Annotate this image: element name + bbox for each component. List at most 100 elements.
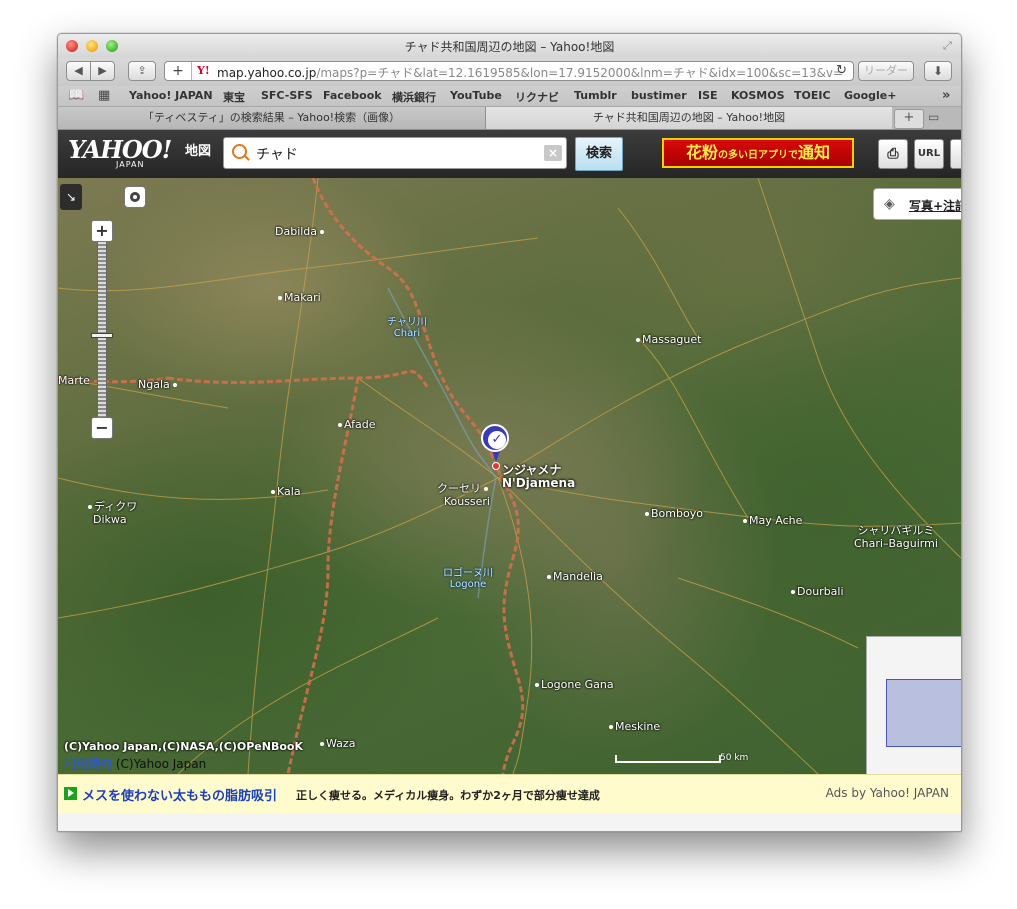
- place-label[interactable]: Waza: [320, 737, 355, 750]
- map-copyright: (C)Yahoo Japan,(C)NASA,(C)OPeNBooK: [64, 740, 303, 753]
- place-label[interactable]: Makari: [278, 291, 321, 304]
- ad-link[interactable]: メスを使わない太ももの脂肪吸引: [82, 785, 277, 804]
- place-label[interactable]: Dourbali: [791, 585, 844, 598]
- place-label[interactable]: Afade: [338, 418, 376, 431]
- downloads-button[interactable]: ⬇: [924, 61, 952, 81]
- bookmark-item[interactable]: 東宝: [223, 89, 245, 105]
- url-button[interactable]: URL: [914, 139, 944, 169]
- capital-label[interactable]: ンジャメナ N'Djamena: [502, 464, 575, 490]
- share-button[interactable]: ⇪: [128, 61, 156, 81]
- more-bookmarks-icon[interactable]: »: [942, 88, 950, 103]
- zoom-slider-handle[interactable]: [91, 333, 113, 338]
- tab-yahoo-search[interactable]: 「ティベスティ」の検索結果 – Yahoo!検索（画像）: [58, 107, 486, 129]
- yahoo-logo[interactable]: YAHOO! JAPAN 地図: [68, 138, 211, 170]
- browser-window: チャド共和国周辺の地図 – Yahoo!地図 ⤢ ◀ ▶ ⇪ + Y! map.…: [57, 33, 962, 832]
- search-box: ×: [223, 137, 567, 169]
- bookmarks-bar: 📖 ▦ Yahoo! JAPAN 東宝 SFC-SFS Facebook 横浜銀…: [58, 86, 961, 107]
- url-path: /maps?p=チャド&lat=12.1619585&lon=17.915200…: [316, 66, 844, 80]
- bookmark-item[interactable]: YouTube: [450, 89, 502, 102]
- reader-button[interactable]: リーダー: [858, 61, 914, 81]
- river-label-chari: チャリ川 Chari: [387, 317, 427, 339]
- bookmark-item[interactable]: 横浜銀行: [392, 89, 436, 105]
- satellite-map[interactable]: ↘ + − ◈ 写真+注記 Dabilda Makari Marte Ngala…: [58, 178, 961, 774]
- ad-bar: メスを使わない太ももの脂肪吸引 正しく痩せる。メディカル痩身。わずか2ヶ月で部分…: [58, 774, 961, 813]
- place-label[interactable]: Meskine: [609, 720, 660, 733]
- place-label[interactable]: Dabilda: [275, 225, 326, 238]
- bookmark-item[interactable]: KOSMOS: [731, 89, 785, 102]
- search-button[interactable]: 検索: [575, 137, 623, 171]
- back-arrow-icon: ◀: [74, 64, 83, 77]
- place-label[interactable]: Kala: [271, 485, 301, 498]
- ad-credit[interactable]: Ads by Yahoo! JAPAN: [826, 786, 949, 800]
- expand-map-button[interactable]: ↘: [60, 184, 82, 210]
- location-pin[interactable]: ✓: [481, 424, 511, 470]
- tab-bar: 「ティベスティ」の検索結果 – Yahoo!検索（画像） チャド共和国周辺の地図…: [58, 107, 961, 130]
- river-label-logone: ロゴーヌ川 Logone: [443, 568, 493, 590]
- new-tab-button[interactable]: +: [894, 109, 924, 129]
- bookmark-item[interactable]: Google+: [844, 89, 896, 102]
- address-bar[interactable]: + Y! map.yahoo.co.jp/maps?p=チャド&lat=12.1…: [164, 61, 854, 81]
- search-icon: [232, 144, 247, 159]
- place-label[interactable]: ディクワ Dikwa: [88, 500, 137, 526]
- bookmark-item[interactable]: リクナビ: [515, 89, 559, 105]
- place-label[interactable]: Logone Gana: [535, 678, 614, 691]
- yahoo-map-header: YAHOO! JAPAN 地図 × 検索 花粉の多い日アプリで通知 ⎙ URL: [58, 130, 961, 178]
- tab-overview-icon[interactable]: ▭: [928, 110, 939, 124]
- forward-arrow-icon: ▶: [98, 64, 107, 77]
- add-bookmark-icon[interactable]: +: [165, 62, 192, 80]
- window-title: チャド共和国周辺の地図 – Yahoo!地図: [404, 40, 615, 54]
- bookmark-item[interactable]: Yahoo! JAPAN: [129, 89, 213, 102]
- zoom-out-button[interactable]: −: [91, 417, 113, 439]
- bookmark-item[interactable]: SFC-SFS: [261, 89, 313, 102]
- bookmark-item[interactable]: ISE: [698, 89, 718, 102]
- terms-link[interactable]: 利用規約: [64, 757, 112, 771]
- layer-toggle-button[interactable]: ◈ 写真+注記: [873, 188, 961, 220]
- layers-icon: ◈: [884, 196, 895, 212]
- share-icon: ⇪: [137, 64, 147, 77]
- printer-icon: ⎙: [887, 146, 899, 162]
- search-input[interactable]: [254, 143, 538, 165]
- back-button[interactable]: ◀: [66, 61, 91, 81]
- title-bar: チャド共和国周辺の地図 – Yahoo!地図 ⤢: [58, 34, 961, 58]
- overview-viewport[interactable]: [886, 679, 961, 747]
- fullscreen-icon[interactable]: ⤢: [943, 39, 955, 52]
- more-button[interactable]: [950, 139, 961, 169]
- place-label[interactable]: Bomboyo: [645, 507, 703, 520]
- bookmark-item[interactable]: Facebook: [323, 89, 382, 102]
- tab-yahoo-map[interactable]: チャド共和国周辺の地図 – Yahoo!地図: [486, 107, 892, 129]
- yahoo-favicon-icon: Y!: [197, 64, 210, 77]
- forward-button[interactable]: ▶: [90, 61, 115, 81]
- bookmark-item[interactable]: TOEIC: [794, 89, 831, 102]
- bookmark-item[interactable]: bustimer: [631, 89, 687, 102]
- terms-row: 利用規約 (C)Yahoo Japan: [64, 757, 207, 771]
- browser-toolbar: ◀ ▶ ⇪ + Y! map.yahoo.co.jp/maps?p=チャド&la…: [58, 58, 961, 86]
- reading-list-icon[interactable]: 📖: [68, 88, 84, 103]
- ad-arrow-icon: [64, 787, 77, 800]
- expand-arrow-icon: ↘: [65, 190, 77, 204]
- current-location-button[interactable]: [124, 186, 146, 208]
- zoom-slider-track[interactable]: [97, 242, 107, 417]
- download-icon: ⬇: [932, 64, 944, 78]
- scale-label: 50 km: [720, 753, 749, 763]
- place-label[interactable]: Massaguet: [636, 333, 701, 346]
- place-label[interactable]: Mandelia: [547, 570, 603, 583]
- reload-icon[interactable]: ↻: [836, 63, 847, 78]
- place-label[interactable]: クーセリ Kousseri: [437, 482, 490, 508]
- bookmark-item[interactable]: Tumblr: [574, 89, 617, 102]
- url-text[interactable]: map.yahoo.co.jp/maps?p=チャド&lat=12.161958…: [217, 64, 843, 81]
- overview-minimap[interactable]: [866, 636, 961, 774]
- top-sites-icon[interactable]: ▦: [98, 88, 110, 103]
- status-bar: [58, 813, 961, 831]
- ad-description: 正しく痩せる。メディカル痩身。わずか2ヶ月で部分痩せ達成: [296, 789, 600, 802]
- scale-bar: [615, 755, 721, 763]
- place-label[interactable]: Marte: [58, 374, 90, 387]
- url-domain: map.yahoo.co.jp: [217, 66, 317, 80]
- clear-search-icon[interactable]: ×: [544, 145, 562, 161]
- region-label: シャリバギルミ Chari–Baguirmi: [854, 524, 938, 550]
- place-label[interactable]: Ngala: [138, 378, 179, 391]
- place-label[interactable]: May Ache: [743, 514, 802, 527]
- print-button[interactable]: ⎙: [878, 139, 908, 169]
- pollen-app-banner[interactable]: 花粉の多い日アプリで通知: [662, 138, 854, 168]
- check-icon: ✓: [488, 431, 506, 449]
- zoom-in-button[interactable]: +: [91, 220, 113, 242]
